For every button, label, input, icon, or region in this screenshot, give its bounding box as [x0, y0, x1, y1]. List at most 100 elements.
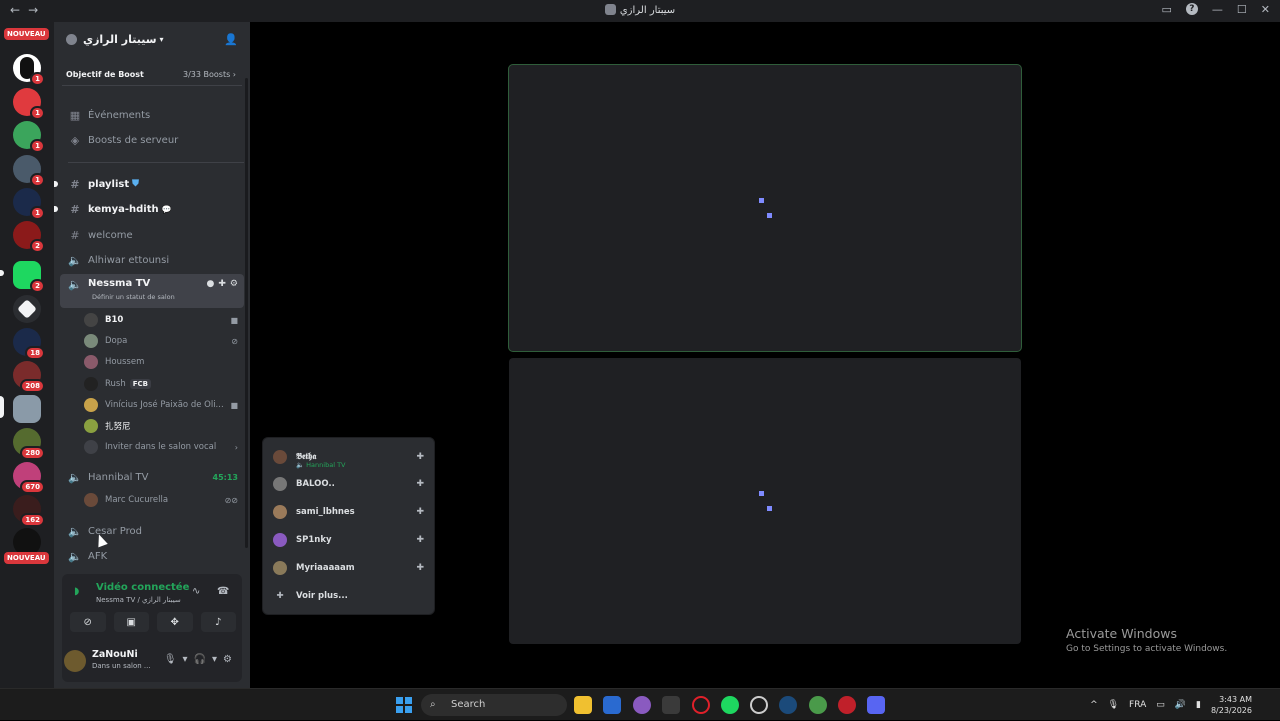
disconnect-icon[interactable]: ☎	[217, 586, 229, 597]
server-icon-5[interactable]: 1	[13, 188, 45, 220]
server-icon-active[interactable]	[13, 395, 41, 423]
copilot-icon[interactable]	[633, 696, 651, 714]
popup-user[interactable]: 𝕭𝖊𝖙𝖍𝖆 🔈 Hannibal TV ✚	[273, 447, 426, 469]
video-tile-2[interactable]	[509, 358, 1021, 644]
volume-icon[interactable]: 🔊	[1175, 700, 1186, 710]
gear-icon[interactable]: ⚙	[223, 654, 232, 665]
channel-afk[interactable]: 🔈 AFK	[60, 545, 244, 567]
network-icon[interactable]: ▭	[1156, 700, 1165, 710]
taskbar-search[interactable]: ⌕ Search	[421, 694, 567, 716]
server-icon-10[interactable]: 208	[13, 361, 45, 393]
hash-icon: #	[70, 177, 80, 191]
server-icon-3[interactable]: 1	[13, 121, 45, 153]
battery-icon[interactable]: ▮	[1196, 700, 1201, 710]
server-icon-14[interactable]: 162	[13, 495, 45, 527]
add-user-icon[interactable]: ✚	[416, 535, 424, 545]
channel-cesar-prod[interactable]: 🔈 Cesar Prod	[60, 520, 244, 542]
add-user-icon[interactable]: ✚	[416, 452, 424, 462]
channel-nessma-tv[interactable]: 🔈 Nessma TV Définir un statut de salon ● ✚…	[60, 274, 244, 308]
popup-user[interactable]: BALOO.. ✚	[273, 474, 426, 494]
chat-icon[interactable]: ●	[207, 279, 215, 289]
events-item[interactable]: ▦ Événements	[60, 104, 244, 126]
see-more-button[interactable]: ✚ Voir plus...	[273, 586, 426, 606]
voice-user[interactable]: 扎努尼	[84, 416, 242, 436]
loading-spinner	[759, 198, 764, 203]
video-tile-1[interactable]	[509, 65, 1021, 351]
minimize-button[interactable]: —	[1212, 3, 1223, 16]
discord-icon[interactable]	[867, 696, 885, 714]
channel-playlist[interactable]: # playlist ⛊	[54, 173, 244, 195]
add-user-icon[interactable]: ✚	[416, 479, 424, 489]
server-icon-13[interactable]: 670	[13, 462, 45, 494]
store-icon[interactable]	[603, 696, 621, 714]
server-icon-12[interactable]: 280	[13, 428, 45, 460]
add-member-icon[interactable]: 👤	[224, 33, 238, 46]
server-header[interactable]: سيبتار الرازي ▾ 👤	[54, 22, 250, 56]
headphones-icon[interactable]: 🎧	[194, 654, 206, 665]
invite-label: Inviter dans le salon vocal	[105, 442, 217, 452]
server-icon-9[interactable]: 18	[13, 328, 45, 360]
sidebar-scrollbar[interactable]	[245, 78, 248, 548]
chrome-icon[interactable]	[809, 696, 827, 714]
channel-hannibal-tv[interactable]: 🔈 Hannibal TV 45:13	[60, 466, 244, 488]
microphone-icon[interactable]: 🎙	[1108, 700, 1119, 710]
spotify-icon[interactable]	[721, 696, 739, 714]
clock[interactable]: 3:43 AM 8/23/2026	[1211, 694, 1252, 716]
server-icon-6[interactable]: 2	[13, 221, 45, 253]
inbox-icon[interactable]: ▭	[1162, 3, 1172, 16]
file-explorer-icon[interactable]	[574, 696, 592, 714]
voice-user[interactable]: Vinícius José Paixão de Oli... ■	[84, 395, 242, 415]
popup-user[interactable]: Myriaaaaam ✚	[273, 558, 426, 578]
close-button[interactable]: ✕	[1261, 3, 1270, 16]
invite-icon[interactable]: ✚	[218, 279, 226, 289]
add-user-icon[interactable]: ✚	[416, 563, 424, 573]
channel-alhiwar[interactable]: 🔈 Alhiwar ettounsi	[60, 249, 244, 271]
muted-icon: ⊘⊘	[224, 495, 238, 505]
app-icon[interactable]	[838, 696, 856, 714]
server-icon-8[interactable]	[13, 295, 41, 323]
windows-start-icon[interactable]	[396, 697, 412, 713]
voice-user[interactable]: Marc Cucurella ⊘⊘	[84, 490, 242, 510]
voice-user[interactable]: Houssem	[84, 352, 242, 372]
voice-actions: ⊘ ▣ ✥ ♪	[70, 612, 236, 632]
game-icon[interactable]	[750, 696, 768, 714]
popup-user[interactable]: SP1nky ✚	[273, 530, 426, 550]
chevron-down-icon[interactable]: ▾	[212, 654, 217, 665]
server-icon-7[interactable]: 2	[13, 261, 45, 293]
server-icon-2[interactable]: 1	[13, 88, 45, 120]
voice-user[interactable]: B10 ■	[84, 310, 242, 330]
add-user-icon[interactable]: ✚	[416, 507, 424, 517]
voice-user[interactable]: Rush FCB	[84, 374, 242, 394]
chevron-up-icon[interactable]: ^	[1090, 700, 1098, 710]
microphone-icon[interactable]: 🎙	[164, 654, 177, 665]
opera-icon[interactable]	[692, 696, 710, 714]
channel-kemya-hdith[interactable]: # kemya-hdith 💬	[54, 198, 244, 220]
server-icon-4[interactable]: 1	[13, 155, 45, 187]
voice-user[interactable]: Dopa ⊘	[84, 331, 242, 351]
screen-share-button[interactable]: ▣	[113, 612, 149, 632]
server-boosts-item[interactable]: ◈ Boosts de serveur	[60, 129, 244, 151]
boost-goal[interactable]: Objectif de Boost 3/33 Boosts ›	[62, 64, 242, 86]
avatar[interactable]	[64, 650, 86, 672]
help-icon[interactable]: ?	[1185, 3, 1198, 15]
user-name[interactable]: ZaNouNi	[92, 649, 138, 660]
soundboard-button[interactable]: ♪	[200, 612, 236, 632]
language-indicator[interactable]: FRA	[1129, 700, 1146, 710]
noise-suppression-icon[interactable]: ∿	[192, 586, 200, 597]
maximize-button[interactable]: ☐	[1237, 3, 1247, 16]
camera-toggle-button[interactable]: ⊘	[70, 612, 106, 632]
activities-button[interactable]: ✥	[157, 612, 193, 632]
voice-channel[interactable]: Nessma TV / سيبتار الرازي	[96, 596, 181, 604]
channel-welcome[interactable]: # welcome	[60, 224, 244, 246]
chevron-down-icon[interactable]: ▾	[183, 654, 188, 665]
gear-icon[interactable]: ⚙	[230, 279, 238, 289]
server-icon-1[interactable]: 1	[13, 54, 45, 86]
steam-icon[interactable]	[779, 696, 797, 714]
channel-status-hint[interactable]: Définir un statut de salon	[92, 293, 175, 301]
voice-status[interactable]: Vidéo connectée	[96, 582, 189, 593]
channel-label: kemya-hdith	[88, 203, 159, 215]
popup-user[interactable]: sami_lbhnes ✚	[273, 502, 426, 522]
invite-to-voice[interactable]: Inviter dans le salon vocal ›	[84, 437, 242, 457]
calculator-icon[interactable]	[662, 696, 680, 714]
camera-icon: ■	[230, 400, 238, 410]
